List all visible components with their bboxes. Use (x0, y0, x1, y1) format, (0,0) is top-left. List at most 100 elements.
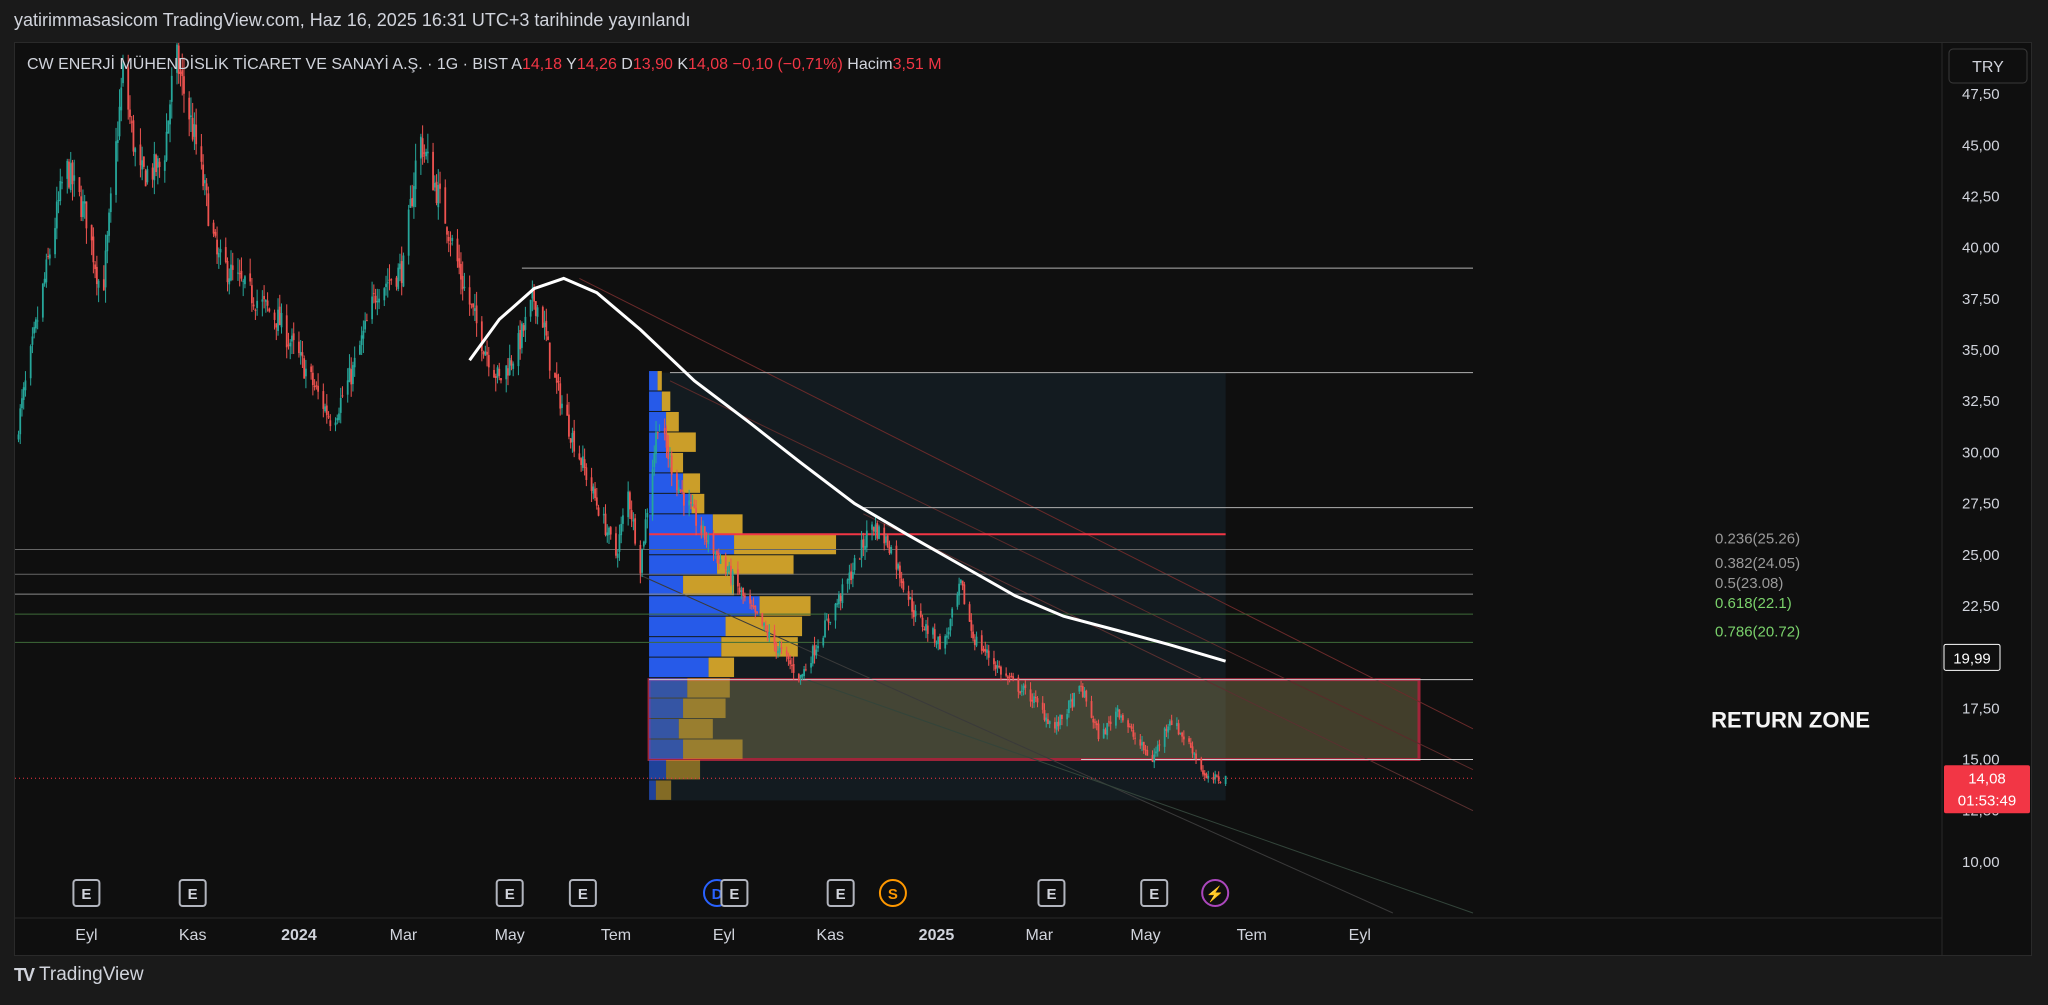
x-axis-tick-label: May (1130, 927, 1160, 944)
x-axis-tick-label: Mar (390, 927, 418, 944)
candle-body (217, 252, 220, 258)
candle-body (146, 169, 149, 183)
candle-body (1144, 749, 1147, 751)
candle-body (1090, 701, 1093, 718)
ohlc-value: 14,26 (577, 56, 617, 73)
candle-body (191, 117, 194, 140)
candle-body (461, 275, 464, 290)
volume-profile-bar (708, 657, 735, 678)
fib-label: 0.5(23.08) (1715, 575, 1783, 592)
candle-body (188, 97, 191, 120)
candle-body (789, 660, 792, 665)
y-axis-tick-label: 45,00 (1962, 137, 2000, 154)
candle-body (82, 201, 84, 218)
volume-profile-bar (649, 555, 718, 575)
candle-body (425, 151, 427, 157)
volume-profile-bar (649, 637, 722, 657)
candle-body (402, 255, 405, 287)
candle-body (951, 608, 954, 618)
event-marker-glyph: E (1046, 886, 1056, 903)
candle-body (252, 304, 255, 307)
candle-body (590, 477, 593, 491)
ohlc-label: A (511, 56, 522, 73)
candle-body (803, 669, 805, 677)
candle-body (548, 342, 551, 371)
candle-body (555, 374, 558, 383)
candle-body (35, 319, 37, 329)
fib-label: 0.786(20.72) (1715, 623, 1800, 640)
chart-frame[interactable]: 0.236(25.26) 0.382(24.05) 0.5(23.08) 0.618(… (14, 42, 2032, 956)
ohlc-label: K (673, 56, 688, 73)
candle-body (642, 541, 645, 547)
candle-body (864, 545, 866, 550)
tradingview-logo-icon[interactable]: TV (14, 965, 35, 986)
candle-body (1007, 676, 1009, 679)
candle-body (273, 312, 276, 320)
brand-name[interactable]: TradingView (39, 964, 144, 986)
candle-body (996, 665, 999, 668)
candle-body (386, 282, 389, 284)
candle-body (324, 406, 326, 412)
x-axis-tick-label: Eyl (75, 927, 97, 944)
candle-body (1024, 684, 1027, 688)
candle-body (935, 643, 938, 645)
candle-body (1195, 753, 1197, 759)
candle-body (322, 391, 325, 409)
candle-body (1179, 732, 1182, 734)
candle-body (571, 432, 574, 443)
volume-profile-bar (649, 616, 726, 637)
candle-body (1095, 723, 1098, 726)
candle-body (94, 264, 97, 270)
candle-body (606, 532, 609, 536)
price-change: −0,10 (−0,71%) (728, 56, 847, 73)
candle-body (679, 489, 682, 491)
candle-body (55, 201, 58, 229)
candle-body (132, 120, 135, 152)
candle-body (484, 351, 487, 356)
candle-body (883, 527, 886, 544)
candle-body (897, 564, 900, 569)
candle-body (651, 469, 654, 516)
event-marker-glyph: E (188, 886, 198, 903)
candle-body (388, 279, 391, 281)
candle-body (496, 367, 499, 378)
candle-body (641, 548, 643, 573)
candle-body (554, 372, 556, 378)
x-axis-tick-label: 2024 (281, 927, 317, 944)
candle-body (958, 583, 961, 596)
candle-body (968, 604, 971, 622)
fib-label: 0.618(22.1) (1715, 595, 1792, 612)
candle-body (399, 263, 401, 270)
candle-body (151, 167, 154, 180)
candle-body (299, 351, 302, 356)
candle-body (949, 619, 952, 631)
candle-body (1073, 692, 1075, 707)
price-chart[interactable]: 0.236(25.26) 0.382(24.05) 0.5(23.08) 0.618(… (15, 43, 2031, 955)
candle-body (80, 196, 83, 218)
candle-body (534, 301, 537, 316)
candle-body (658, 430, 661, 432)
event-marker-glyph: E (1149, 886, 1159, 903)
volume-profile-bar (666, 759, 701, 780)
candle-body (630, 510, 633, 520)
candle-body (827, 618, 830, 623)
candle-body (676, 473, 678, 491)
candle-body (411, 197, 414, 207)
candle-body (1169, 721, 1171, 726)
candle-body (43, 278, 46, 284)
x-axis-tick-label: 2025 (919, 927, 955, 944)
candle-body (374, 295, 377, 303)
candle-body (522, 325, 525, 331)
candle-body (1036, 698, 1039, 703)
y-axis-tick-label: 42,50 (1962, 189, 2000, 206)
candle-body (834, 603, 837, 621)
candle-body (155, 154, 157, 172)
candle-body (1151, 755, 1154, 762)
candle-body (47, 256, 49, 258)
footer: TV TradingView (14, 964, 144, 986)
currency-button-label: TRY (1972, 59, 2004, 76)
candle-body (108, 212, 110, 236)
candle-body (251, 285, 253, 304)
candle-body (705, 540, 708, 543)
volume-profile-bar (683, 473, 701, 493)
